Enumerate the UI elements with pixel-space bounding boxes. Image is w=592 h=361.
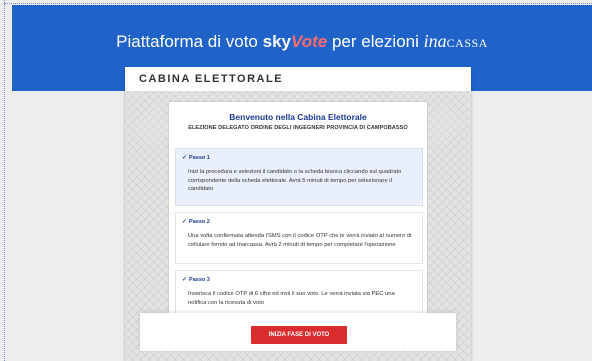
- step-1-text: Inizi la procedura e selezioni il candid…: [188, 169, 402, 192]
- step-3-text: Inserisca il codice OTP di 6 cifre ed in…: [188, 291, 395, 306]
- check-icon: ✓: [182, 277, 188, 283]
- platform-title: Piattaforma di voto skyVote per elezioni…: [12, 31, 592, 52]
- step-1-label: Passo 1: [189, 155, 210, 161]
- step-3-label: Passo 3: [189, 277, 210, 283]
- inarcassa-logo-cassa: CASSA: [446, 36, 488, 50]
- title-prefix: Piattaforma di voto: [116, 32, 258, 51]
- selection-border-left: [4, 0, 5, 361]
- brand-vote: Vote: [291, 32, 328, 51]
- check-icon: ✓: [182, 155, 188, 161]
- step-1: ✓ Passo 1 Inizi la procedura e selezioni …: [175, 148, 423, 206]
- step-2-text: Una volta confermata attenda l'SMS con i…: [188, 233, 412, 248]
- check-icon: ✓: [182, 219, 188, 225]
- step-2-label: Passo 2: [189, 219, 210, 225]
- selection-border-top: [4, 3, 592, 4]
- inarcassa-logo-ina: ina: [423, 31, 447, 51]
- election-subtitle: ELEZIONE DELEGATO ORDINE DEGLI INGEGNERI…: [188, 125, 408, 131]
- instructions-card[interactable]: Benvenuto nella Cabina Elettorale ELEZIO…: [169, 102, 427, 324]
- title-suffix: per elezioni: [331, 32, 419, 51]
- booth-title: CABINA ELETTORALE: [125, 67, 471, 92]
- brand-sky: sky: [262, 32, 291, 51]
- booth-footer: INIZIA FASE DI VOTO: [140, 313, 456, 351]
- voting-booth-panel: CABINA ELETTORALE Benvenuto nella Cabina…: [125, 67, 471, 361]
- welcome-heading: Benvenuto nella Cabina Elettorale: [229, 112, 367, 122]
- step-2: ✓ Passo 2 Una volta confermata attenda l'…: [175, 212, 423, 264]
- start-voting-button[interactable]: INIZIA FASE DI VOTO: [251, 326, 347, 344]
